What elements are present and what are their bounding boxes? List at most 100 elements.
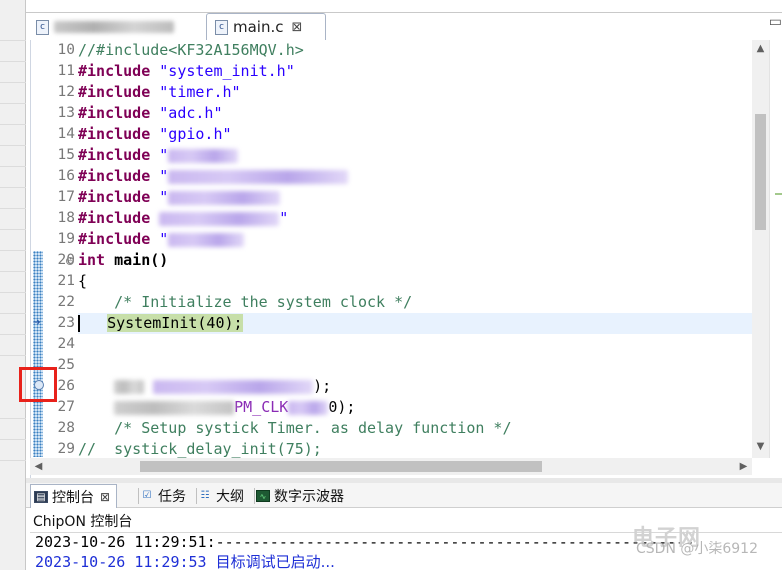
- tab-separator: [196, 488, 197, 504]
- fold-collapse-icon[interactable]: −: [66, 257, 74, 265]
- strip-divider: [0, 355, 26, 356]
- code-line: #include ": [78, 187, 758, 208]
- console-icon: ▤: [34, 490, 48, 503]
- tab-oscilloscope[interactable]: ∿ 数字示波器: [256, 485, 344, 507]
- current-instruction-arrow-icon: ➔: [33, 318, 41, 328]
- tab-other-file[interactable]: c: [32, 14, 202, 40]
- line-number: 29: [57, 441, 75, 457]
- console-line: 2023-10-26 11:29:53 目标调试已启动...: [35, 553, 335, 570]
- code-line: #include ": [78, 229, 758, 250]
- strip-divider: [0, 187, 26, 188]
- line-number: 22: [57, 294, 75, 310]
- tab-label: 大纲: [216, 489, 244, 505]
- line-number: 24: [57, 336, 75, 352]
- strip-divider: [0, 418, 26, 419]
- blurred-text: [159, 211, 280, 226]
- blurred-text: [288, 400, 329, 415]
- strip-divider: [0, 166, 26, 167]
- blurred-text: [114, 400, 235, 415]
- annotation-highlight-box: [19, 367, 57, 402]
- code-line: // systick_delay_init(75);: [78, 440, 322, 458]
- code-line: int main(): [78, 251, 169, 269]
- strip-divider: [0, 271, 26, 272]
- code-text-area[interactable]: //#include<KF32A156MQV.h> #include "syst…: [78, 40, 758, 478]
- line-number: 13: [57, 105, 75, 121]
- c-file-icon: c: [36, 19, 49, 35]
- left-panel-strip: [0, 0, 26, 570]
- horizontal-scrollbar[interactable]: ◀ ▶: [30, 458, 752, 475]
- line-number: 12: [57, 84, 75, 100]
- line-number: 23: [57, 315, 75, 331]
- scroll-down-arrow-icon[interactable]: ▼: [752, 438, 769, 455]
- close-icon[interactable]: ⊠: [100, 490, 110, 504]
- overview-ruler: [769, 40, 782, 458]
- strip-divider: [0, 229, 26, 230]
- scroll-right-arrow-icon[interactable]: ▶: [735, 458, 752, 475]
- tab-outline[interactable]: ☷ 大纲: [198, 485, 244, 507]
- tab-label: 控制台: [52, 489, 94, 506]
- line-number: 18: [57, 210, 75, 226]
- strip-divider: [0, 145, 26, 146]
- strip-divider: [0, 313, 26, 314]
- scroll-left-arrow-icon[interactable]: ◀: [30, 458, 47, 475]
- strip-divider: [0, 439, 26, 440]
- code-line: );: [78, 376, 758, 397]
- line-number: 16: [57, 168, 75, 184]
- code-line: #include "gpio.h": [78, 125, 232, 143]
- tab-separator: [254, 488, 255, 504]
- bottom-panel-tabs: ▤ 控制台 ⊠ ☑ 任务 ☷ 大纲 ∿ 数字示波器: [26, 483, 782, 508]
- code-editor[interactable]: 10 11 12 13 14 15 16 17 18 19 20 21 22 2…: [30, 40, 782, 478]
- line-number: 21: [57, 273, 75, 289]
- code-line: /* Setup systick Timer. as delay functio…: [78, 419, 512, 437]
- c-file-icon: c: [215, 19, 228, 35]
- strip-divider: [0, 82, 26, 83]
- overview-mark[interactable]: [775, 193, 782, 195]
- blurred-text: [168, 232, 245, 247]
- tab-label: main.c: [233, 18, 284, 36]
- tab-console[interactable]: ▤ 控制台 ⊠: [30, 484, 118, 508]
- current-code-line: SystemInit(40);: [78, 313, 758, 334]
- blurred-text: [114, 379, 145, 394]
- horizontal-scroll-thumb[interactable]: [140, 461, 542, 472]
- strip-divider: [0, 334, 26, 335]
- quick-diff-marker: [33, 251, 43, 457]
- blurred-text: [153, 379, 314, 394]
- line-number: 17: [57, 189, 75, 205]
- line-number: 14: [57, 126, 75, 142]
- line-number: 28: [57, 420, 75, 436]
- change-ruler: [31, 40, 44, 478]
- blurred-text: [168, 169, 349, 184]
- code-line: #include ": [78, 145, 758, 166]
- code-line: #include "timer.h": [78, 83, 241, 101]
- code-line: PM_CLK 0);: [78, 397, 758, 418]
- line-number: 19: [57, 231, 75, 247]
- vertical-scroll-thumb[interactable]: [755, 114, 766, 230]
- close-icon[interactable]: ⊠: [292, 20, 303, 35]
- minimize-icon[interactable]: ▭: [769, 14, 782, 30]
- strip-divider: [0, 103, 26, 104]
- code-line: #include "system_init.h": [78, 62, 295, 80]
- tab-bar-border: [26, 12, 782, 13]
- console-title: ChipON 控制台: [33, 514, 133, 530]
- strip-divider: [0, 124, 26, 125]
- tab-separator: [138, 488, 139, 504]
- tab-main-c[interactable]: c main.c ⊠: [206, 13, 326, 40]
- strip-divider: [0, 460, 26, 461]
- tasks-icon: ☑: [142, 490, 152, 501]
- line-number: 11: [57, 63, 75, 79]
- highlighted-statement: SystemInit(40);: [107, 314, 243, 332]
- tab-label: 任务: [158, 489, 186, 505]
- console-line: 2023-10-26 11:29:51:--------------------…: [35, 533, 695, 551]
- code-line: #include ": [78, 166, 758, 187]
- tab-tasks[interactable]: ☑ 任务: [140, 485, 186, 507]
- vertical-scrollbar[interactable]: ▲ ▼: [752, 40, 769, 458]
- strip-divider: [0, 40, 26, 41]
- code-line: #include ": [78, 209, 289, 227]
- code-line: /* Initialize the system clock */: [78, 293, 413, 311]
- strip-divider: [0, 61, 26, 62]
- code-line: #include "adc.h": [78, 104, 223, 122]
- scroll-up-arrow-icon[interactable]: ▲: [752, 40, 769, 57]
- tab-label: 数字示波器: [274, 489, 344, 505]
- blurred-text: [168, 148, 239, 163]
